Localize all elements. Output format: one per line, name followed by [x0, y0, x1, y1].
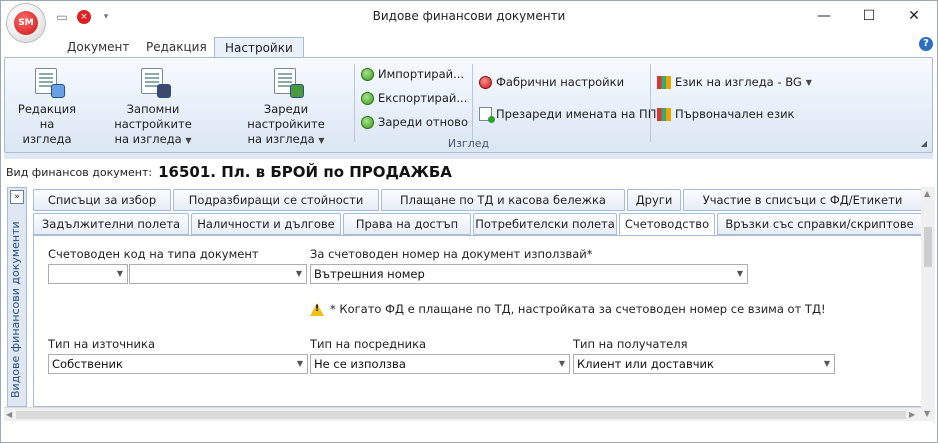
reload-names-icon — [479, 107, 495, 123]
accounting-warning: * Когато ФД е плащане по ТД, настройката… — [310, 302, 826, 316]
acc-number-label: За счетоводен номер на документ използва… — [310, 247, 593, 261]
chevron-down-icon: ▼ — [558, 359, 565, 368]
chevron-down-icon: ▼ — [296, 359, 303, 368]
scroll-down-icon[interactable]: ▼ — [924, 409, 930, 418]
tab-required-fields[interactable]: Задължителни полета — [33, 213, 189, 235]
side-panel-label[interactable]: Видове финансови документи — [9, 218, 22, 398]
ribbon-separator — [472, 64, 473, 142]
scroll-right-icon[interactable]: ▶ — [909, 410, 915, 419]
tab-reports-scripts[interactable]: Връзки със справки/скриптове — [717, 213, 922, 235]
save-settings-icon — [139, 66, 171, 98]
tab-settings[interactable]: Настройки — [214, 37, 304, 57]
view-language-button[interactable]: Език на изгледа - BG ▼ — [657, 72, 812, 92]
doc-type-value: 16501. Пл. в БРОЙ по ПРОДАЖБА — [158, 163, 452, 181]
save-view-settings-button[interactable]: Запомни настройките на изгледа ▼ — [89, 66, 217, 148]
initial-language-button[interactable]: Първоначален език — [657, 104, 795, 124]
app-window: Видове финансови документи ▭ × ▾ — ☐ ✕ S… — [0, 0, 938, 443]
horizontal-scrollbar[interactable]: ◀ ▶ — [4, 407, 921, 421]
customize-qat-icon[interactable]: ▾ — [97, 8, 115, 26]
acc-code-select-1[interactable]: ▼ — [48, 264, 128, 284]
status-area — [4, 421, 933, 441]
initial-language-icon — [657, 107, 671, 121]
mediator-type-select[interactable]: Не се използва ▼ — [310, 354, 570, 374]
close-doc-icon[interactable]: × — [77, 10, 91, 24]
export-icon — [361, 91, 374, 105]
reload-button[interactable]: Зареди отново — [361, 112, 468, 132]
tab-participation-lists[interactable]: Участие в списъци с ФД/Етикети — [683, 189, 922, 211]
export-button[interactable]: Експортирай... — [361, 88, 467, 108]
scroll-left-icon[interactable]: ◀ — [6, 410, 12, 419]
factory-settings-icon — [479, 75, 492, 89]
tab-access-rights[interactable]: Права на достъп — [343, 213, 471, 235]
chevron-down-icon: ▼ — [295, 269, 302, 278]
close-window-button[interactable]: ✕ — [891, 1, 937, 31]
tab-document[interactable]: Документ — [57, 37, 139, 57]
maximize-button[interactable]: ☐ — [846, 1, 892, 31]
ribbon-panel: Редакция на изгледа Запомни настройките … — [4, 57, 933, 153]
acc-number-select[interactable]: Вътрешния номер ▼ — [310, 264, 748, 284]
warning-icon — [310, 302, 324, 316]
doc-type-label: Вид финансов документ: — [6, 165, 153, 179]
ribbon-tabs: Документ Редакция Настройки — [1, 33, 937, 57]
tab-stock-debts[interactable]: Наличности и дългове — [191, 213, 341, 235]
scroll-up-icon[interactable]: ▲ — [924, 189, 930, 198]
chevron-down-icon: ▼ — [116, 269, 123, 278]
reload-names-button[interactable]: Презареди имената на ПП — [479, 104, 656, 124]
factory-settings-button[interactable]: Фабрични настройки — [479, 72, 624, 92]
settings-tabs: Списъци за избор Подразбиращи се стойнос… — [33, 187, 922, 235]
edit-view-button[interactable]: Редакция на изгледа — [15, 66, 79, 147]
vertical-scroll-thumb[interactable] — [924, 227, 932, 267]
import-icon — [361, 67, 374, 81]
quick-access-toolbar: ▭ × ▾ — [53, 8, 115, 26]
app-logo[interactable]: SM — [7, 4, 45, 42]
tab-default-values[interactable]: Подразбиращи се стойности — [173, 189, 379, 211]
receiver-type-label: Тип на получателя — [573, 337, 688, 351]
help-icon[interactable]: ? — [919, 37, 933, 51]
side-panel: » Видове финансови документи — [7, 187, 27, 407]
doc-type-header: Вид финансов документ: 16501. Пл. в БРОЙ… — [4, 159, 933, 185]
title-bar: Видове финансови документи ▭ × ▾ — ☐ ✕ — [1, 1, 937, 33]
accounting-panel: Счетоводен код на типа документ ▼ ▼ За с… — [33, 235, 922, 407]
mediator-type-label: Тип на посредника — [310, 337, 427, 351]
load-settings-icon — [272, 66, 304, 98]
load-view-settings-button[interactable]: Зареди настройките на изгледа ▼ — [227, 66, 345, 148]
chevron-down-icon: ▼ — [823, 359, 830, 368]
acc-code-select-2[interactable]: ▼ — [129, 264, 307, 284]
save-icon[interactable]: ▭ — [53, 8, 71, 26]
chevron-down-icon: ▼ — [736, 269, 743, 278]
language-icon — [657, 75, 671, 89]
tab-other[interactable]: Други — [627, 189, 681, 211]
minimize-button[interactable]: — — [801, 1, 847, 31]
ribbon-group-label: Изглед — [447, 137, 490, 150]
edit-view-icon — [33, 66, 65, 98]
ribbon-separator — [354, 64, 355, 142]
horizontal-scroll-thumb[interactable] — [16, 411, 906, 419]
tab-edit[interactable]: Редакция — [136, 37, 217, 57]
reload-icon — [361, 115, 374, 129]
expand-panel-button[interactable]: » — [10, 190, 24, 204]
ribbon-separator — [650, 64, 651, 142]
import-button[interactable]: Импортирай... — [361, 64, 464, 84]
tab-accounting[interactable]: Счетоводство — [619, 213, 715, 235]
chevron-down-icon: ▼ — [805, 77, 812, 87]
window-title: Видове финансови документи — [372, 9, 566, 23]
source-type-select[interactable]: Собственик ▼ — [48, 354, 308, 374]
tab-payment-receipt[interactable]: Плащане по ТД и касова бележка — [381, 189, 625, 211]
tab-user-fields[interactable]: Потребителски полета — [473, 213, 617, 235]
receiver-type-select[interactable]: Клиент или доставчик ▼ — [573, 354, 835, 374]
tab-choice-lists[interactable]: Списъци за избор — [33, 189, 171, 211]
dialog-launcher-icon[interactable]: ◢ — [921, 139, 927, 148]
source-type-label: Тип на източника — [48, 337, 155, 351]
acc-code-label: Счетоводен код на типа документ — [48, 247, 259, 261]
vertical-scrollbar[interactable]: ▲ ▼ — [921, 187, 935, 423]
